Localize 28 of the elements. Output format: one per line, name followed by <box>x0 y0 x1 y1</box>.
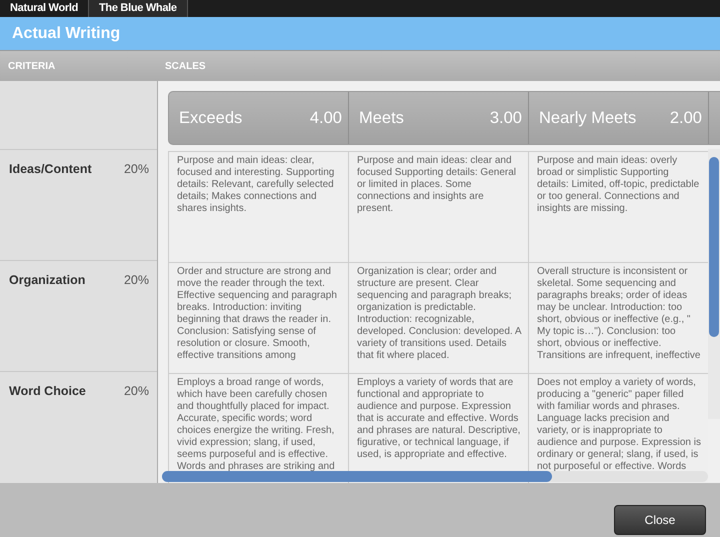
scale-points: 4.00 <box>310 108 342 128</box>
criterion-name: Ideas/Content <box>9 162 92 178</box>
scale-name: Nearly Meets <box>539 108 636 128</box>
criterion-weight: 20% <box>124 273 149 289</box>
descriptor-text: Purpose and main ideas: clear, focused and interesting. Supporting details: Relevant, carefully selected details; Makes connections and shares insights. <box>177 155 336 215</box>
descriptor-text: Employs a variety of words that are functional and appropriate to audience and purpose. Expression that is accurate and effective. Words and phrases are natural. Descriptive, figurative, or technical language, if used, is appropriate and effective. <box>357 377 522 461</box>
descriptor-text: Purpose and main ideas: clear and focused Supporting details: General or limited in places. Some connections and insights are present. <box>357 155 517 215</box>
window-title: Actual Writing <box>12 24 120 42</box>
scale-name: Meets <box>359 108 404 128</box>
vertical-scrollbar[interactable] <box>708 149 720 419</box>
criterion-weight: 20% <box>124 162 149 178</box>
descriptor-text: Employs a broad range of words, which have been carefully chosen and thoughtfully placed for impact. Accurate, specific words; word choices energize the writing. Fresh, vivid expression; slang, if used, seems purposeful and is effective. Words and phrases are striking and <box>177 377 336 473</box>
criterion-weight: 20% <box>124 384 149 400</box>
descriptor-text: Overall structure is inconsistent or skeletal. Some sequencing and paragraphs breaks; order of ideas may be unclear. Introduction: too short, obvious or ineffective (e.g., " My topic is…"). Conclusion: too short, obvious or ineffective. Transitions are infrequent, ineffective <box>537 266 702 362</box>
descriptor-text: Organization is clear; order and structure are present. Clear sequencing and paragraph breaks; organization is predictable. Introduction: recognizable, developed. Conclusion: developed. A variety of transitions used. Details that fit where placed. <box>357 266 522 362</box>
criterion-name: Word Choice <box>9 384 86 400</box>
column-heading: CRITERIA <box>7 60 56 72</box>
column-heading: SCALES <box>164 60 206 72</box>
scale-points: 3.00 <box>490 108 522 128</box>
descriptor-text: Does not employ a variety of words, producing a "generic" paper filled with familiar words and phrases. Language lacks precision and variety, or is inappropriate to audience and purpose. Expression is ordinary or general; slang, if used, is not purposeful or effective. Words <box>537 377 702 473</box>
descriptor-text: Purpose and main ideas: overly broad or simplistic Supporting details: Limited, off-topic, predictable or too general. Connections and insights are missing. <box>537 155 700 215</box>
criterion-name: Organization <box>9 273 86 289</box>
close-button[interactable]: Close <box>614 505 706 535</box>
horizontal-scrollbar[interactable] <box>162 471 708 482</box>
scale-name: Exceeds <box>179 108 242 128</box>
nav-tab[interactable]: The Blue Whale <box>89 0 188 17</box>
scale-points: 2.00 <box>670 108 702 128</box>
descriptor-text: Order and structure are strong and move the reader through the text. Effective sequencing and paragraph breaks. Introduction: inviting beginning that draws the reader in. Conclusion: Satisfying sense of resolution or closure. Smooth, effective transitions among <box>177 266 338 362</box>
